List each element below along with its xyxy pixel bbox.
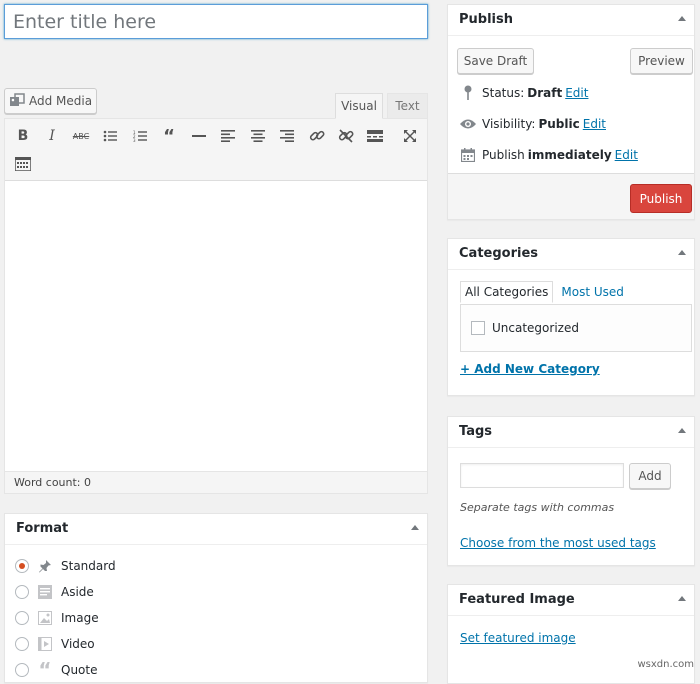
word-count: Word count: 0	[14, 476, 92, 489]
schedule-row: Publish immediately Edit	[460, 146, 638, 164]
post-status-row: Status: Draft Edit	[460, 84, 588, 102]
radio-quote[interactable]	[15, 663, 29, 677]
featured-image-title: Featured Image	[459, 592, 575, 607]
strikethrough-icon[interactable]: ABC	[69, 124, 93, 148]
align-left-icon[interactable]	[216, 124, 240, 148]
add-media-label: Add Media	[28, 94, 93, 108]
numbered-list-icon[interactable]: 123	[128, 124, 152, 148]
edit-status-link[interactable]: Edit	[565, 86, 588, 100]
italic-icon[interactable]: I	[40, 124, 64, 148]
calendar-icon	[460, 148, 476, 162]
eye-icon	[460, 118, 476, 130]
visibility-value: Public	[538, 117, 580, 131]
status-value: Draft	[527, 86, 563, 100]
format-option-quote[interactable]: “ Quote	[15, 658, 98, 682]
collapse-icon[interactable]	[411, 525, 419, 530]
format-label: Aside	[61, 585, 94, 599]
radio-image[interactable]	[15, 611, 29, 625]
collapse-icon[interactable]	[678, 16, 686, 21]
fullscreen-icon[interactable]	[398, 124, 422, 148]
add-tag-button[interactable]: Add	[629, 463, 671, 489]
publish-heading: Publish	[448, 5, 694, 36]
category-label: Uncategorized	[492, 321, 579, 335]
categories-heading: Categories	[448, 239, 694, 270]
publish-box: Publish Save Draft Preview Status: Draft…	[447, 4, 695, 220]
category-checkbox[interactable]	[471, 321, 485, 335]
add-media-button[interactable]: Add Media	[4, 88, 97, 114]
schedule-value: immediately	[527, 148, 612, 162]
tag-input[interactable]	[460, 463, 624, 488]
watermark: wsxdn.com	[637, 659, 694, 670]
format-title: Format	[16, 521, 69, 536]
quote-icon: “	[38, 658, 52, 682]
tab-all-categories[interactable]: All Categories	[460, 281, 554, 303]
schedule-label: Publish	[482, 148, 525, 162]
category-checklist: Uncategorized	[460, 304, 692, 352]
collapse-icon[interactable]	[678, 596, 686, 601]
format-option-standard[interactable]: Standard	[15, 556, 116, 576]
image-icon	[37, 610, 53, 626]
tags-heading: Tags	[448, 417, 694, 448]
bold-icon[interactable]: B	[11, 124, 35, 148]
add-new-category-link[interactable]: + Add New Category	[460, 362, 600, 376]
publish-title: Publish	[459, 12, 513, 27]
blockquote-icon[interactable]: “	[157, 124, 181, 148]
toolbar-toggle-icon[interactable]	[11, 152, 35, 176]
tags-hint: Separate tags with commas	[460, 501, 615, 514]
publish-actions: Publish	[448, 173, 694, 219]
editor-status-bar: Word count: 0	[5, 471, 427, 493]
publish-button[interactable]: Publish	[630, 184, 692, 213]
format-label: Image	[61, 611, 99, 625]
format-option-aside[interactable]: Aside	[15, 582, 94, 602]
set-featured-image-link[interactable]: Set featured image	[460, 631, 576, 645]
format-option-video[interactable]: Video	[15, 634, 95, 654]
tags-box: Tags Add Separate tags with commas Choos…	[447, 416, 695, 566]
tags-title: Tags	[459, 424, 493, 439]
format-label: Standard	[61, 559, 116, 573]
category-item-uncategorized[interactable]: Uncategorized	[471, 321, 579, 335]
format-box: Format Standard Aside Image Video “ Quot…	[4, 513, 428, 683]
collapse-icon[interactable]	[678, 250, 686, 255]
radio-aside[interactable]	[15, 585, 29, 599]
tab-visual[interactable]: Visual	[335, 93, 383, 119]
edit-schedule-link[interactable]: Edit	[615, 148, 638, 162]
preview-button[interactable]: Preview	[630, 48, 693, 74]
visibility-row: Visibility: Public Edit	[460, 115, 606, 133]
insert-link-icon[interactable]	[305, 124, 329, 148]
radio-video[interactable]	[15, 637, 29, 651]
status-label: Status:	[482, 86, 525, 100]
media-icon	[9, 93, 25, 106]
svg-text:3: 3	[133, 138, 136, 142]
edit-visibility-link[interactable]: Edit	[583, 117, 606, 131]
aside-icon	[37, 584, 53, 600]
visibility-label: Visibility:	[482, 117, 536, 131]
format-option-image[interactable]: Image	[15, 608, 99, 628]
tab-most-used[interactable]: Most Used	[553, 281, 632, 303]
featured-image-heading: Featured Image	[448, 585, 694, 616]
categories-box: Categories All Categories Most Used Unca…	[447, 238, 695, 396]
format-label: Video	[61, 637, 95, 651]
format-label: Quote	[61, 663, 98, 677]
collapse-icon[interactable]	[678, 428, 686, 433]
read-more-icon[interactable]	[363, 124, 387, 148]
category-tabs: All Categories Most Used	[460, 281, 632, 303]
save-draft-button[interactable]: Save Draft	[457, 48, 534, 74]
align-right-icon[interactable]	[275, 124, 299, 148]
pin-icon	[460, 85, 476, 101]
categories-title: Categories	[459, 246, 539, 261]
align-center-icon[interactable]	[246, 124, 270, 148]
bulleted-list-icon[interactable]	[98, 124, 122, 148]
choose-tags-link[interactable]: Choose from the most used tags	[460, 536, 656, 550]
horizontal-line-icon[interactable]	[187, 124, 211, 148]
format-heading: Format	[5, 514, 427, 545]
post-title-input[interactable]	[4, 4, 428, 39]
content-editor: B I ABC 123 “ Word count: 0	[4, 118, 428, 494]
editor-toolbar: B I ABC 123 “	[5, 119, 427, 181]
video-icon	[37, 636, 53, 652]
tab-text[interactable]: Text	[387, 93, 428, 119]
pin-icon	[37, 558, 53, 574]
radio-standard[interactable]	[15, 559, 29, 573]
editor-content-area[interactable]	[5, 181, 427, 471]
remove-link-icon[interactable]	[334, 124, 358, 148]
